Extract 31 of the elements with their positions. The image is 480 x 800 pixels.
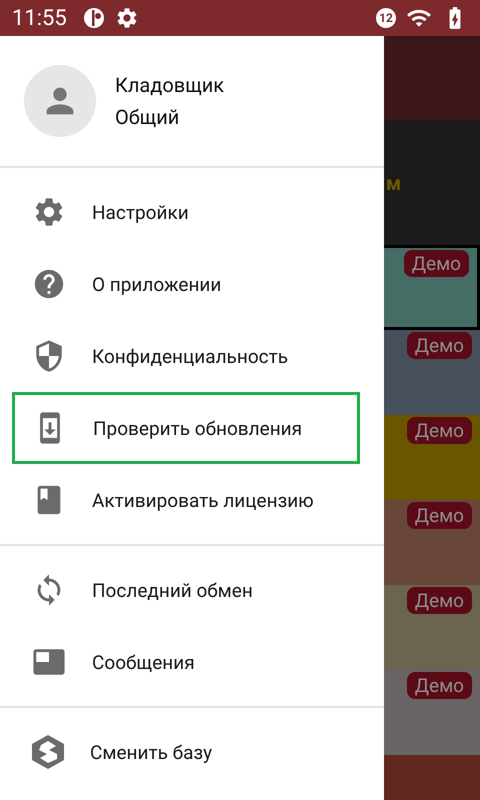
menu-label: Сменить базу bbox=[90, 740, 212, 764]
menu-item[interactable]: Конфиденциальность bbox=[12, 320, 372, 392]
user-role: Общий bbox=[115, 105, 180, 129]
menu-item[interactable]: О приложении bbox=[12, 248, 372, 320]
demo-badge: Демо bbox=[406, 417, 472, 444]
status-time: 11:55 bbox=[12, 6, 67, 30]
menu-label: О приложении bbox=[92, 272, 222, 296]
hexagon-s-icon bbox=[32, 735, 64, 769]
notification-count: 12 bbox=[376, 8, 396, 28]
menu-label: Конфиденциальность bbox=[92, 344, 288, 368]
heading-fragment: м bbox=[386, 170, 402, 194]
menu-label: Сообщения bbox=[92, 650, 195, 674]
settings-icon bbox=[114, 6, 139, 30]
menu-item[interactable]: Последний обмен bbox=[12, 554, 372, 626]
menu-item[interactable]: Активировать лицензию bbox=[12, 464, 372, 536]
demo-badge: Демо bbox=[404, 250, 469, 277]
demo-badge: Демо bbox=[406, 587, 472, 614]
menu-item[interactable]: Сообщения bbox=[12, 626, 372, 698]
demo-badge: Демо bbox=[406, 332, 472, 359]
demo-badge: Демо bbox=[406, 502, 472, 529]
menu-label: Последний обмен bbox=[92, 578, 253, 602]
user-name: Кладовщик bbox=[115, 73, 224, 97]
demo-badge: Демо bbox=[406, 672, 472, 699]
menu-label: Проверить обновления bbox=[93, 416, 302, 440]
menu-label: Активировать лицензию bbox=[92, 488, 314, 512]
menu-label: Настройки bbox=[92, 200, 189, 224]
menu-item[interactable]: Проверить обновления bbox=[12, 392, 360, 464]
menu-item[interactable]: Настройки bbox=[12, 176, 372, 248]
help-icon bbox=[32, 267, 66, 301]
menu-item[interactable]: Сменить базу bbox=[12, 716, 372, 788]
app-status-icon bbox=[82, 7, 105, 29]
